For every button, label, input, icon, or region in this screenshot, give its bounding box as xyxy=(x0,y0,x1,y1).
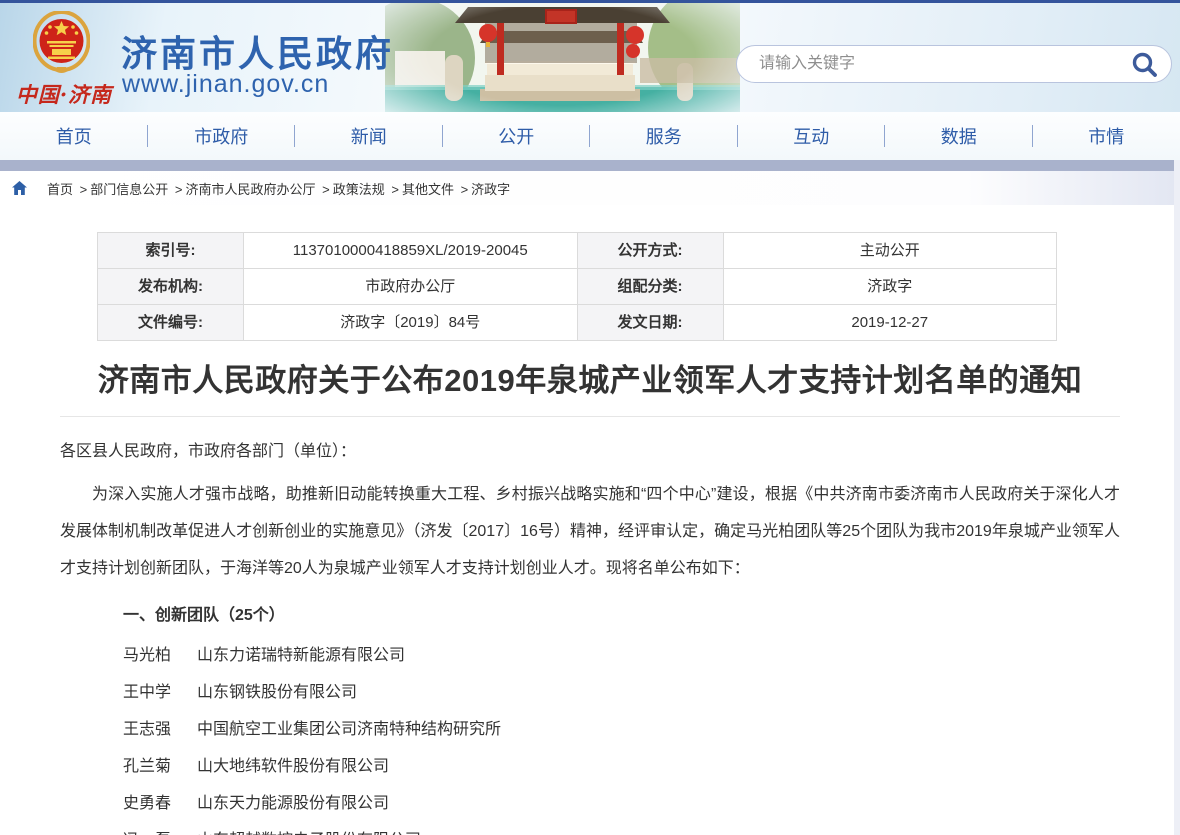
team-row: 冯 磊山东超越数控电子股份有限公司 xyxy=(60,822,1120,835)
scrollbar-track[interactable] xyxy=(1174,160,1180,835)
team-leader-name: 王志强 xyxy=(123,711,171,748)
breadcrumb-item[interactable]: 济南市人民政府办公厅 xyxy=(185,182,315,197)
nav-slot: 服务 xyxy=(590,112,738,160)
team-row: 马光柏 山东力诺瑞特新能源有限公司 xyxy=(60,637,1120,674)
team-row: 王中学 山东钢铁股份有限公司 xyxy=(60,674,1120,711)
team-organization: 山东钢铁股份有限公司 xyxy=(197,684,357,701)
document-area: 索引号: 1137010000418859XL/2019-20045 公开方式:… xyxy=(0,205,1180,835)
breadcrumb-separator: > xyxy=(80,182,88,197)
meta-value: 市政府办公厅 xyxy=(244,269,577,304)
nav-item[interactable]: 市政府 xyxy=(194,123,248,149)
nav-item[interactable]: 首页 xyxy=(56,123,92,149)
team-leader-name: 马光柏 xyxy=(123,637,171,674)
breadcrumb-trail: 首页 >部门信息公开 >济南市人民政府办公厅 >政策法规 >其他文件 >济政字 xyxy=(41,179,510,198)
site-url: www.jinan.gov.cn xyxy=(122,70,329,99)
team-row: 孔兰菊 山大地纬软件股份有限公司 xyxy=(60,748,1120,785)
section-heading-innovation-teams: 一、创新团队（25个） xyxy=(60,597,1120,634)
nav-slot: 数据 xyxy=(885,112,1033,160)
nav-slot: 首页 xyxy=(0,112,148,160)
body-paragraph: 为深入实施人才强市战略，助推新旧动能转换重大工程、乡村振兴战略实施和“四个中心”… xyxy=(60,476,1120,587)
nav-slot: 互动 xyxy=(738,112,886,160)
meta-value: 1137010000418859XL/2019-20045 xyxy=(244,233,577,268)
nav-item[interactable]: 服务 xyxy=(646,123,682,149)
search-button[interactable] xyxy=(1131,51,1158,78)
meta-value: 主动公开 xyxy=(724,233,1057,268)
team-row: 王志强 中国航空工业集团公司济南特种结构研究所 xyxy=(60,711,1120,748)
breadcrumb-separator: > xyxy=(391,182,399,197)
salutation: 各区县人民政府，市政府各部门（单位）： xyxy=(60,433,1120,470)
search-icon xyxy=(1131,66,1158,81)
breadcrumb-item[interactable]: 其他文件 xyxy=(402,182,454,197)
breadcrumb-item[interactable]: 首页 xyxy=(47,182,73,197)
nav-slot: 新闻 xyxy=(295,112,443,160)
nav-slot: 市情 xyxy=(1033,112,1180,160)
document-meta-table: 索引号: 1137010000418859XL/2019-20045 公开方式:… xyxy=(97,232,1057,341)
meta-label: 发文日期: xyxy=(578,305,723,340)
nav-item[interactable]: 互动 xyxy=(793,123,829,149)
national-emblem-icon xyxy=(33,11,90,77)
team-row: 史勇春 山东天力能源股份有限公司 xyxy=(60,785,1120,822)
nav-item[interactable]: 数据 xyxy=(941,123,977,149)
nav-slot: 市政府 xyxy=(148,112,296,160)
main-nav: 首页 市政府 新闻 公开 服务 互动 数据 xyxy=(0,112,1180,160)
meta-value: 济政字〔2019〕84号 xyxy=(244,305,577,340)
nav-item[interactable]: 市情 xyxy=(1088,123,1124,149)
meta-label: 公开方式: xyxy=(578,233,723,268)
meta-label: 发布机构: xyxy=(98,269,243,304)
meta-value: 2019-12-27 xyxy=(724,305,1057,340)
breadcrumb-separator: > xyxy=(461,182,469,197)
header-pavilion-photo xyxy=(385,3,740,112)
nav-item[interactable]: 新闻 xyxy=(351,123,387,149)
meta-label: 组配分类: xyxy=(578,269,723,304)
team-leader-name: 孔兰菊 xyxy=(123,748,171,785)
page: 中国·济南 济南市人民政府 www.jinan.gov.cn 首页 xyxy=(0,0,1180,835)
nav-item[interactable]: 公开 xyxy=(498,123,534,149)
team-organization: 山东力诺瑞特新能源有限公司 xyxy=(197,647,405,664)
innovation-team-list: 马光柏 山东力诺瑞特新能源有限公司 王中学 山东钢铁股份有限公司 王志强 中国航空工业… xyxy=(60,637,1120,835)
breadcrumb-item[interactable]: 部门信息公开 xyxy=(90,182,168,197)
team-organization: 山大地纬软件股份有限公司 xyxy=(197,758,389,775)
meta-label: 文件编号: xyxy=(98,305,243,340)
breadcrumb-separator: > xyxy=(175,182,183,197)
brand-caption: 中国·济南 xyxy=(8,79,120,109)
meta-value: 济政字 xyxy=(724,269,1057,304)
team-organization: 中国航空工业集团公司济南特种结构研究所 xyxy=(197,721,501,738)
breadcrumb: 首页 >部门信息公开 >济南市人民政府办公厅 >政策法规 >其他文件 >济政字 xyxy=(0,171,1180,205)
breadcrumb-item[interactable]: 济政字 xyxy=(471,182,510,197)
document-title: 济南市人民政府关于公布2019年泉城产业领军人才支持计划名单的通知 xyxy=(60,355,1120,400)
search-input[interactable] xyxy=(736,45,1172,83)
team-leader-name: 王中学 xyxy=(123,674,171,711)
site-header: 中国·济南 济南市人民政府 www.jinan.gov.cn xyxy=(0,3,1180,112)
site-search xyxy=(736,45,1172,83)
breadcrumb-item[interactable]: 政策法规 xyxy=(333,182,385,197)
site-brand: 中国·济南 济南市人民政府 www.jinan.gov.cn xyxy=(0,3,420,112)
title-divider xyxy=(60,416,1120,417)
home-icon[interactable] xyxy=(12,181,27,195)
nav-bottom-strip xyxy=(0,160,1180,171)
team-organization: 山东天力能源股份有限公司 xyxy=(197,795,389,812)
team-leader-name: 史勇春 xyxy=(123,785,171,822)
nav-slot: 公开 xyxy=(443,112,591,160)
breadcrumb-separator: > xyxy=(322,182,330,197)
meta-label: 索引号: xyxy=(98,233,243,268)
team-leader-name: 冯 磊 xyxy=(123,822,171,835)
